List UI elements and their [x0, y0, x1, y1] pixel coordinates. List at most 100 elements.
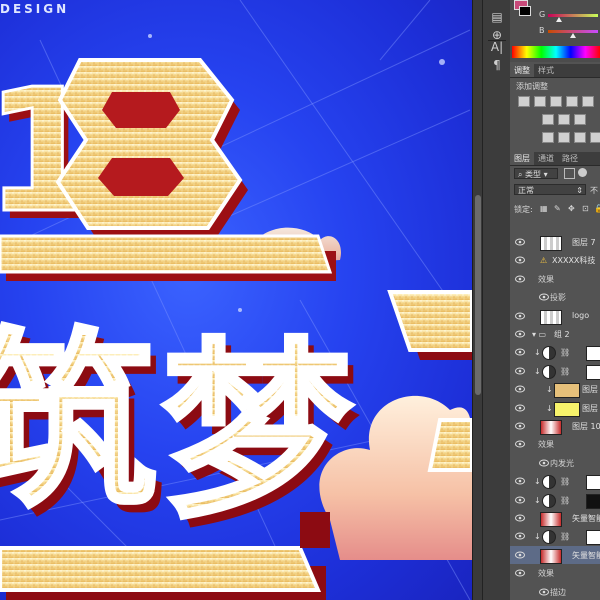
- layer-row[interactable]: ↓ 图层: [510, 398, 600, 418]
- visibility-eye-icon[interactable]: [515, 551, 525, 559]
- layer-thumbnail: [540, 512, 562, 527]
- threshold-icon[interactable]: [574, 132, 586, 143]
- hue-icon[interactable]: [542, 114, 554, 125]
- right-panel: G B 调整 样式 添加调整 图层 通道 路径 ⌕ 类型 ▾ 正常 ⇕ 不 锁定…: [510, 0, 600, 600]
- layer-row[interactable]: logo: [510, 306, 600, 326]
- layer-mask-thumbnail[interactable]: [586, 530, 600, 546]
- filter-adjust-icon[interactable]: [578, 168, 587, 177]
- color-balance-icon[interactable]: [558, 114, 570, 125]
- layer-effect-row[interactable]: 投影: [510, 288, 600, 308]
- layer-row[interactable]: ↓ ⛓: [510, 490, 600, 510]
- layer-thumbnail: [540, 309, 562, 325]
- gradient-map-icon[interactable]: [590, 132, 600, 143]
- exposure-icon[interactable]: [566, 96, 578, 107]
- lock-move-icon[interactable]: ✥: [568, 204, 575, 213]
- lock-label: 锁定:: [514, 205, 533, 214]
- layer-row[interactable]: 图层 10: [510, 417, 600, 437]
- layer-effect-row[interactable]: 描边: [510, 582, 600, 600]
- vibrance-icon[interactable]: [582, 96, 594, 107]
- visibility-eye-icon[interactable]: [515, 496, 525, 504]
- g-slider-knob[interactable]: [556, 17, 562, 22]
- tab-styles[interactable]: 样式: [534, 64, 558, 77]
- visibility-eye-icon[interactable]: [515, 330, 525, 338]
- lock-brush-icon[interactable]: ✎: [554, 204, 561, 213]
- layer-effect-row[interactable]: 效果: [510, 435, 600, 455]
- layer-row[interactable]: ↓ ⛓: [510, 361, 600, 382]
- visibility-eye-icon[interactable]: [515, 312, 525, 320]
- layer-name: 组 2: [554, 330, 570, 339]
- layer-effect-row[interactable]: 效果: [510, 564, 600, 584]
- levels-icon[interactable]: [534, 96, 546, 107]
- layer-thumbnail: [540, 420, 562, 435]
- lock-transparent-icon[interactable]: ▦: [540, 204, 548, 213]
- visibility-eye-icon[interactable]: [515, 532, 525, 540]
- layer-row[interactable]: ▾ ▭ 组 2: [510, 325, 600, 345]
- folder-icon[interactable]: ▾ ▭: [532, 330, 546, 339]
- color-spectrum-bar[interactable]: [512, 46, 600, 58]
- black-white-icon[interactable]: [574, 114, 586, 125]
- invert-icon[interactable]: [542, 132, 554, 143]
- visibility-eye-icon[interactable]: [515, 404, 525, 412]
- tab-adjustments[interactable]: 调整: [510, 64, 534, 77]
- filter-pixel-icon[interactable]: [564, 168, 575, 179]
- visibility-eye-icon[interactable]: [515, 514, 525, 522]
- adjustment-layer-icon: [542, 493, 556, 508]
- lock-all-icon[interactable]: 🔒: [594, 204, 600, 213]
- layer-effect-row[interactable]: 内发光: [510, 453, 600, 474]
- layer-thumbnail: [554, 401, 580, 417]
- curves-icon[interactable]: [550, 96, 562, 107]
- scrollbar-thumb[interactable]: [475, 195, 481, 395]
- layer-row[interactable]: ↓ ⛓: [510, 343, 600, 363]
- visibility-eye-icon[interactable]: [515, 348, 525, 356]
- layer-name: 图层: [582, 385, 598, 395]
- layer-mask-thumbnail[interactable]: [586, 364, 600, 380]
- visibility-eye-icon[interactable]: [515, 477, 525, 485]
- b-slider-knob[interactable]: [570, 33, 576, 38]
- layer-row[interactable]: ↓ 图层: [510, 380, 600, 400]
- visibility-eye-icon[interactable]: [515, 440, 525, 448]
- link-icon: ⛓: [560, 495, 571, 505]
- link-icon: ⛓: [560, 366, 571, 376]
- panel-icon-column: ▤ ⊕ A| ¶: [482, 0, 512, 600]
- filter-label: 类型: [525, 170, 542, 179]
- visibility-eye-icon[interactable]: [515, 385, 525, 393]
- visibility-eye-icon[interactable]: [515, 422, 525, 430]
- paragraph-icon[interactable]: ¶: [488, 56, 506, 74]
- blend-mode-dropdown[interactable]: 正常 ⇕: [514, 184, 586, 195]
- layer-row[interactable]: 图层 7: [510, 233, 600, 253]
- layer-mask-thumbnail[interactable]: [586, 475, 600, 491]
- visibility-eye-icon[interactable]: [515, 256, 525, 264]
- layer-name: 图层 10: [572, 422, 600, 431]
- layer-row[interactable]: 矢量智能: [510, 509, 600, 529]
- lock-artboard-icon[interactable]: ⊡: [582, 204, 589, 213]
- effect-visibility-icon[interactable]: [539, 588, 549, 598]
- tab-paths[interactable]: 路径: [558, 152, 582, 165]
- effect-visibility-icon[interactable]: [539, 459, 549, 469]
- posterize-icon[interactable]: [558, 132, 570, 143]
- layer-effect-row[interactable]: 效果: [510, 269, 600, 290]
- layer-name: logo: [572, 310, 590, 320]
- layer-mask-thumbnail[interactable]: [586, 493, 600, 509]
- clip-arrow-icon: ↓: [534, 532, 541, 542]
- layer-mask-thumbnail[interactable]: [586, 346, 600, 362]
- clip-arrow-icon: ↓: [534, 348, 541, 358]
- background-color-swatch[interactable]: [519, 6, 531, 16]
- visibility-eye-icon[interactable]: [515, 569, 525, 577]
- layer-row[interactable]: ↓ ⛓: [510, 472, 600, 492]
- document-canvas[interactable]: DESIGN 1 1 筑 筑 梦 梦: [0, 0, 472, 600]
- history-icon[interactable]: ▤: [488, 8, 506, 26]
- layer-effect-label: 描边: [550, 587, 566, 597]
- layer-filter-dropdown[interactable]: ⌕ 类型 ▾: [514, 168, 558, 179]
- effect-visibility-icon[interactable]: [539, 293, 549, 303]
- layer-row[interactable]: 矢量智能: [510, 545, 600, 566]
- poster-artwork: 1 1 筑 筑 梦 梦: [0, 52, 472, 600]
- visibility-eye-icon[interactable]: [515, 238, 525, 246]
- tab-layers[interactable]: 图层: [510, 152, 534, 165]
- tab-channels[interactable]: 通道: [534, 152, 558, 165]
- layer-row[interactable]: ⚠ XXXXX科技: [510, 251, 600, 271]
- visibility-eye-icon[interactable]: [515, 367, 525, 375]
- brightness-icon[interactable]: [518, 96, 530, 107]
- visibility-eye-icon[interactable]: [515, 275, 525, 283]
- layer-row[interactable]: ↓ ⛓: [510, 527, 600, 547]
- character-icon[interactable]: A|: [488, 38, 506, 56]
